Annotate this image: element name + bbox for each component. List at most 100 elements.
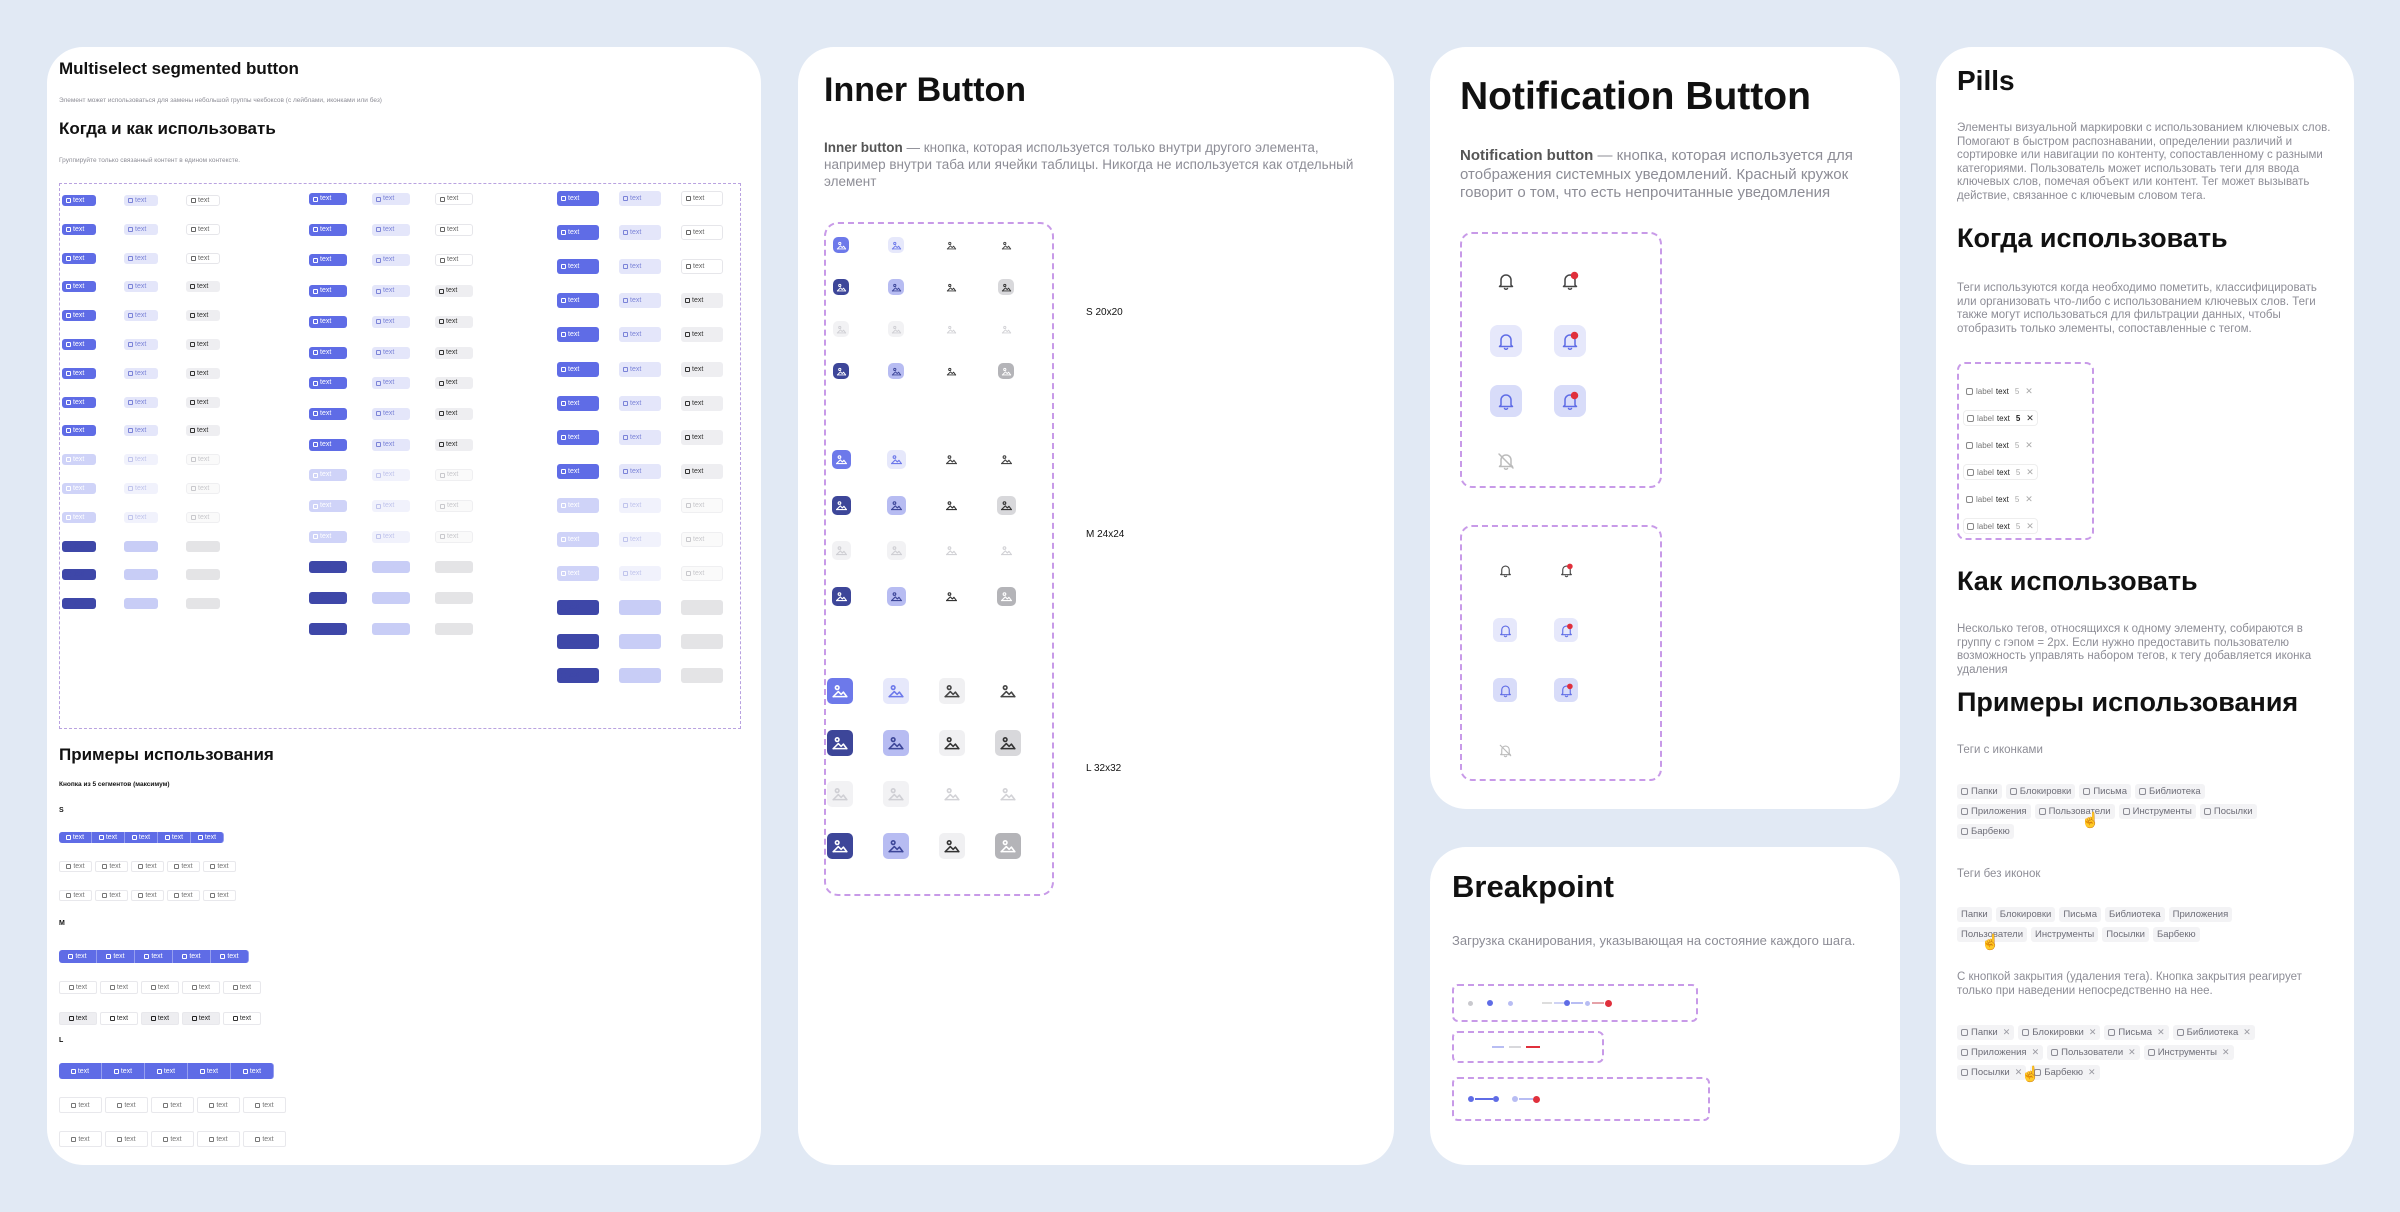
- segment-chip[interactable]: text: [372, 346, 410, 359]
- segment-chip[interactable]: text: [124, 511, 158, 523]
- tag[interactable]: Письма ✕: [2104, 1025, 2169, 1040]
- segment[interactable]: text: [203, 890, 236, 901]
- inner-button[interactable]: [833, 279, 849, 295]
- segment-chip[interactable]: text: [186, 195, 220, 206]
- segment-chip[interactable]: text: [681, 532, 723, 547]
- segment-chip[interactable]: text: [557, 259, 599, 275]
- segment-chip[interactable]: text: [124, 339, 158, 350]
- inner-button[interactable]: [831, 495, 851, 515]
- segment-chip[interactable]: text: [309, 223, 347, 236]
- segment-chip[interactable]: text: [124, 569, 158, 581]
- segment[interactable]: text: [141, 981, 179, 994]
- inner-button[interactable]: [943, 363, 959, 379]
- segment-chip[interactable]: text: [681, 293, 723, 309]
- tag[interactable]: Письма: [2059, 907, 2101, 922]
- segment[interactable]: text: [95, 861, 128, 872]
- pill[interactable]: label text 5 ✕: [1964, 519, 2037, 533]
- segment[interactable]: text: [59, 1063, 102, 1079]
- segment[interactable]: text: [59, 1012, 97, 1025]
- segment[interactable]: text: [231, 1063, 274, 1079]
- segment-chip[interactable]: text: [372, 285, 410, 298]
- segment-chip[interactable]: text: [309, 193, 347, 205]
- segment-chip[interactable]: text: [681, 361, 723, 377]
- segment-chip[interactable]: text: [372, 561, 410, 574]
- segment-chip[interactable]: text: [309, 530, 347, 543]
- inner-button[interactable]: [883, 832, 909, 859]
- segment[interactable]: text: [197, 1131, 240, 1147]
- inner-button[interactable]: [939, 678, 965, 704]
- segment-chip[interactable]: text: [62, 339, 96, 350]
- segment-chip[interactable]: text: [372, 592, 410, 605]
- segment-chip[interactable]: text: [619, 191, 661, 206]
- inner-button[interactable]: [886, 541, 906, 560]
- segment-chip[interactable]: text: [62, 598, 96, 610]
- inner-button[interactable]: [831, 450, 851, 469]
- inner-button[interactable]: [827, 678, 853, 704]
- segment-chip[interactable]: text: [309, 315, 347, 328]
- inner-button[interactable]: [888, 237, 904, 253]
- segment[interactable]: text: [223, 981, 261, 994]
- notification-button[interactable]: [1554, 265, 1586, 297]
- pill[interactable]: label text 5 ✕: [1966, 384, 2033, 398]
- inner-button[interactable]: [943, 279, 959, 295]
- inner-button[interactable]: [883, 729, 909, 756]
- segment[interactable]: text: [182, 981, 220, 994]
- segment-chip[interactable]: text: [186, 223, 220, 235]
- notification-button[interactable]: [1554, 558, 1578, 582]
- segment-chip[interactable]: text: [435, 377, 473, 390]
- segment-chip[interactable]: text: [557, 668, 599, 684]
- segment-chip[interactable]: text: [557, 361, 599, 377]
- segment-chip[interactable]: text: [372, 315, 410, 328]
- inner-button[interactable]: [942, 450, 961, 469]
- segment-chip[interactable]: text: [186, 339, 220, 350]
- inner-button[interactable]: [833, 363, 849, 379]
- close-icon[interactable]: ✕: [2089, 1027, 2097, 1038]
- segment-chip[interactable]: text: [435, 407, 473, 420]
- close-icon[interactable]: ✕: [2243, 1027, 2251, 1038]
- tag[interactable]: Библиотека ✕: [2172, 1025, 2255, 1040]
- segment-chip[interactable]: text: [372, 193, 410, 205]
- segment-chip[interactable]: text: [372, 530, 410, 543]
- inner-button[interactable]: [886, 495, 906, 515]
- notification-button[interactable]: [1554, 325, 1586, 357]
- close-icon[interactable]: ✕: [2222, 1047, 2230, 1058]
- segment[interactable]: text: [243, 1131, 286, 1147]
- inner-button[interactable]: [886, 450, 906, 469]
- segment-chip[interactable]: text: [619, 225, 661, 241]
- segment-chip[interactable]: text: [557, 463, 599, 479]
- segment[interactable]: text: [182, 1012, 220, 1025]
- segment[interactable]: text: [203, 861, 236, 872]
- inner-button[interactable]: [883, 678, 909, 704]
- inner-button[interactable]: [939, 832, 965, 859]
- close-icon[interactable]: ✕: [2025, 386, 2033, 397]
- segment-chip[interactable]: text: [681, 634, 723, 650]
- segment-chip[interactable]: text: [186, 425, 220, 437]
- segment-chip[interactable]: text: [124, 281, 158, 293]
- segment-chip[interactable]: text: [186, 396, 220, 408]
- segment[interactable]: text: [167, 861, 200, 872]
- pill[interactable]: label text 5 ✕: [1966, 492, 2033, 506]
- inner-button[interactable]: [827, 781, 853, 807]
- tag[interactable]: Барбекю: [2152, 927, 2200, 942]
- segment-chip[interactable]: text: [186, 281, 220, 293]
- segment-chip[interactable]: text: [124, 367, 158, 379]
- segment-chip[interactable]: text: [435, 438, 473, 451]
- segment[interactable]: text: [105, 1097, 148, 1113]
- segment-chip[interactable]: text: [619, 259, 661, 275]
- close-icon[interactable]: ✕: [2025, 494, 2033, 505]
- segment-chip[interactable]: text: [557, 634, 599, 650]
- segment-chip[interactable]: text: [435, 223, 473, 236]
- tag[interactable]: Папки: [1957, 907, 1992, 922]
- segment-chip[interactable]: text: [186, 483, 220, 494]
- segment-chip[interactable]: text: [435, 346, 473, 359]
- inner-button[interactable]: [996, 586, 1016, 606]
- inner-button[interactable]: [998, 237, 1014, 253]
- segment-chip[interactable]: text: [62, 425, 96, 437]
- segment[interactable]: text: [167, 890, 200, 901]
- segment[interactable]: text: [243, 1097, 286, 1113]
- segment[interactable]: text: [135, 950, 173, 963]
- close-icon[interactable]: ✕: [2003, 1027, 2011, 1038]
- inner-button[interactable]: [995, 832, 1021, 859]
- segment-chip[interactable]: text: [619, 497, 661, 513]
- tag[interactable]: Барбекю ✕: [2030, 1065, 2100, 1080]
